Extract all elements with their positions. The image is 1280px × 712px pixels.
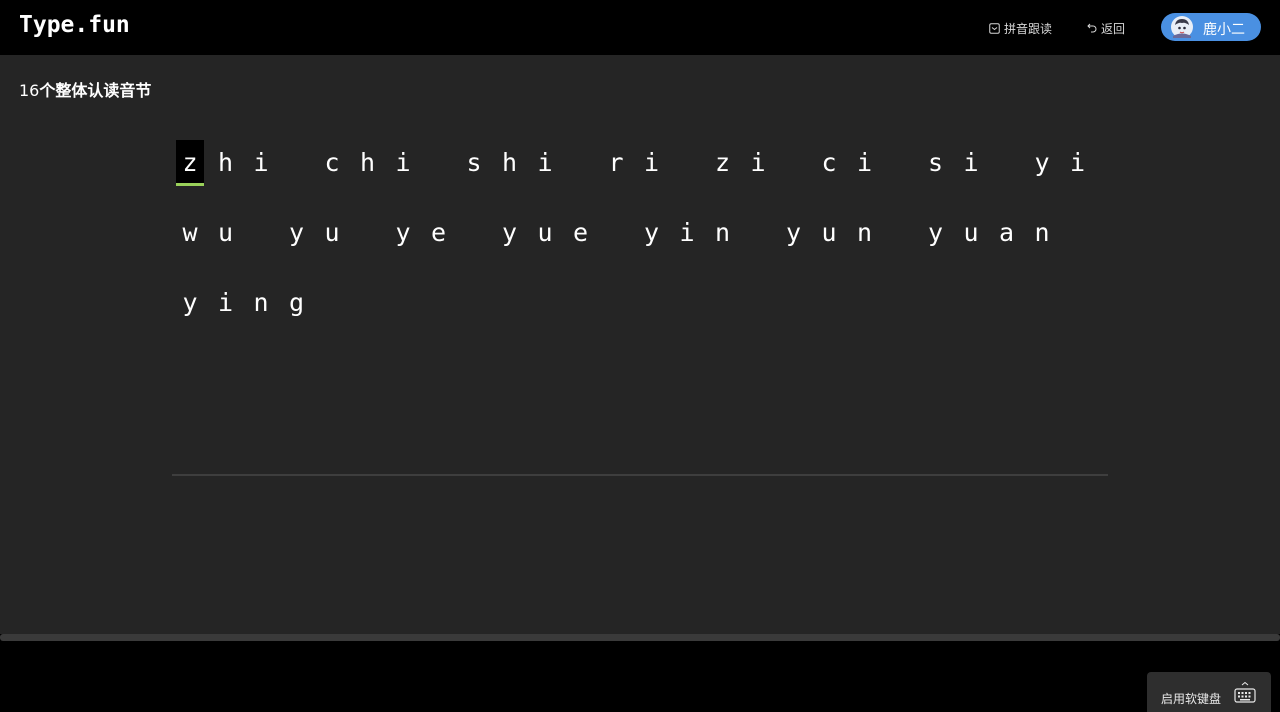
input-divider	[172, 474, 1108, 476]
typing-char: h	[359, 148, 376, 177]
lesson-count: 16	[19, 81, 40, 100]
typing-char: h	[217, 148, 234, 177]
typing-char: i	[253, 148, 269, 177]
typing-char: c	[821, 148, 837, 177]
soft-keyboard-label: 启用软键盘	[1161, 692, 1222, 706]
typing-char: n	[714, 218, 731, 247]
typing-char: i	[1069, 148, 1086, 177]
typing-char: e	[572, 218, 589, 247]
typing-char: y	[785, 218, 802, 247]
typing-char: y	[501, 218, 518, 247]
user-menu-button[interactable]: 鹿小二	[1161, 13, 1261, 41]
typing-char: i	[217, 288, 234, 317]
typing-char: i	[750, 148, 766, 177]
practice-panel: 16个整体认读音节 zhichishirizicisiyiwuyuyeyueyi…	[0, 55, 1280, 634]
keyboard-icon	[1234, 682, 1256, 703]
pinyin-read-link[interactable]: 拼音跟读	[989, 20, 1052, 36]
typing-char: y	[395, 218, 411, 247]
typing-char: u	[217, 218, 234, 247]
typing-char: i	[537, 148, 553, 177]
typing-char: y	[182, 288, 198, 317]
typing-char: r	[608, 148, 624, 177]
soft-keyboard-toggle[interactable]: 启用软键盘	[1147, 672, 1271, 712]
lesson-title: 16个整体认读音节	[19, 77, 151, 101]
typing-char: a	[998, 218, 1015, 247]
typing-char: n	[253, 288, 269, 317]
typing-line: zhichishirizicisiyi	[172, 140, 1108, 210]
user-name: 鹿小二	[1203, 22, 1245, 38]
typing-area[interactable]: zhichishirizicisiyiwuyuyeyueyinyunyuanyi…	[172, 140, 1108, 350]
typing-line: ying	[172, 280, 1108, 350]
read-aloud-icon	[989, 22, 1000, 34]
horizontal-scrollbar[interactable]	[0, 634, 1280, 641]
back-link[interactable]: 返回	[1087, 20, 1125, 36]
typing-char: i	[856, 148, 873, 177]
typing-line: wuyuyeyueyinyunyuan	[172, 210, 1108, 280]
typing-char: u	[821, 218, 837, 247]
return-icon	[1087, 23, 1097, 32]
typing-char: z	[714, 148, 731, 177]
typing-char: z	[176, 140, 204, 186]
app-logo[interactable]: Type.fun	[19, 12, 130, 38]
typing-char: n	[856, 218, 873, 247]
typing-char: n	[1034, 218, 1050, 247]
typing-char: h	[501, 148, 518, 177]
typing-char: s	[466, 148, 482, 177]
typing-char: i	[679, 218, 695, 247]
pinyin-read-label: 拼音跟读	[1004, 21, 1053, 36]
user-avatar	[1171, 16, 1193, 38]
typing-char: y	[1034, 148, 1050, 177]
typing-char: i	[963, 148, 979, 177]
typing-char: s	[927, 148, 944, 177]
typing-char: u	[324, 218, 340, 247]
back-label: 返回	[1101, 21, 1126, 36]
typing-char: g	[288, 288, 305, 317]
typing-char: w	[182, 218, 198, 247]
typing-char: i	[643, 148, 660, 177]
typing-char: e	[430, 218, 447, 247]
typing-char: c	[324, 148, 340, 177]
top-bar: Type.fun 拼音跟读 返回 鹿小二	[0, 0, 1280, 55]
typing-char: y	[288, 218, 305, 247]
typing-char: i	[395, 148, 411, 177]
lesson-name: 个整体认读音节	[39, 81, 152, 100]
typing-char: u	[963, 218, 979, 247]
typing-char: u	[537, 218, 553, 247]
typing-char: y	[927, 218, 944, 247]
typing-char: y	[643, 218, 660, 247]
